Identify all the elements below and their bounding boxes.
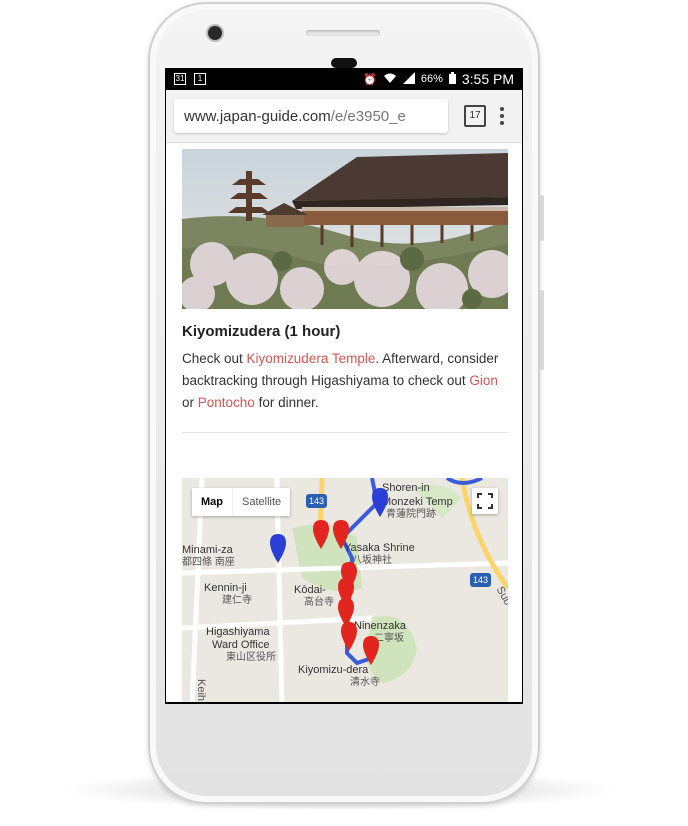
tab-switcher-button[interactable]: 17 (464, 105, 486, 127)
calendar-notification-icon: 31 (174, 73, 186, 85)
route-markers (270, 488, 388, 665)
section-paragraph: Check out Kiyomizudera Temple. Afterward… (182, 348, 512, 414)
red-marker-2[interactable] (333, 520, 349, 549)
url-path: /e/e3950_e (330, 107, 406, 125)
url-domain: www.japan-guide.com (184, 107, 331, 125)
alarm-icon: ⏰ (363, 73, 377, 86)
red-marker-7[interactable] (363, 636, 379, 665)
blue-marker-west[interactable] (270, 534, 286, 563)
notification-icon: 1 (194, 73, 206, 85)
battery-icon (448, 71, 456, 87)
para-text: or (182, 395, 198, 410)
url-field[interactable]: www.japan-guide.com/e/e3950_e (174, 99, 448, 133)
proximity-sensor (331, 58, 357, 68)
kiyomizudera-photo (182, 149, 508, 309)
section-heading: Kiyomizudera (1 hour) (182, 323, 341, 340)
signal-icon (402, 71, 415, 87)
status-bar: 31 1 ⏰ 66% 3:55 PM (166, 68, 522, 90)
overflow-menu-button[interactable] (500, 107, 504, 125)
para-text: for dinner. (254, 395, 319, 410)
para-text: Check out (182, 351, 247, 366)
wifi-icon (383, 72, 397, 87)
phone-screen: 31 1 ⏰ 66% 3:55 PM www.japan-guide.com/e… (165, 68, 523, 704)
clock: 3:55 PM (461, 71, 514, 87)
browser-toolbar: www.japan-guide.com/e/e3950_e 17 (166, 90, 522, 143)
gion-link[interactable]: Gion (469, 373, 498, 388)
kiyomizudera-link[interactable]: Kiyomizudera Temple (247, 351, 376, 366)
front-camera (208, 26, 222, 40)
power-button (540, 290, 544, 370)
red-marker-6[interactable] (341, 622, 357, 651)
route-map[interactable]: Map Satellite 143 143 Shoren-in Monzeki … (182, 478, 508, 702)
battery-percent: 66% (420, 73, 443, 85)
section-divider (182, 432, 508, 433)
blue-marker-north[interactable] (372, 488, 388, 517)
pontocho-link[interactable]: Pontocho (198, 395, 255, 410)
earpiece-speaker (306, 30, 380, 36)
red-marker-1[interactable] (313, 520, 329, 549)
volume-button (540, 195, 544, 241)
